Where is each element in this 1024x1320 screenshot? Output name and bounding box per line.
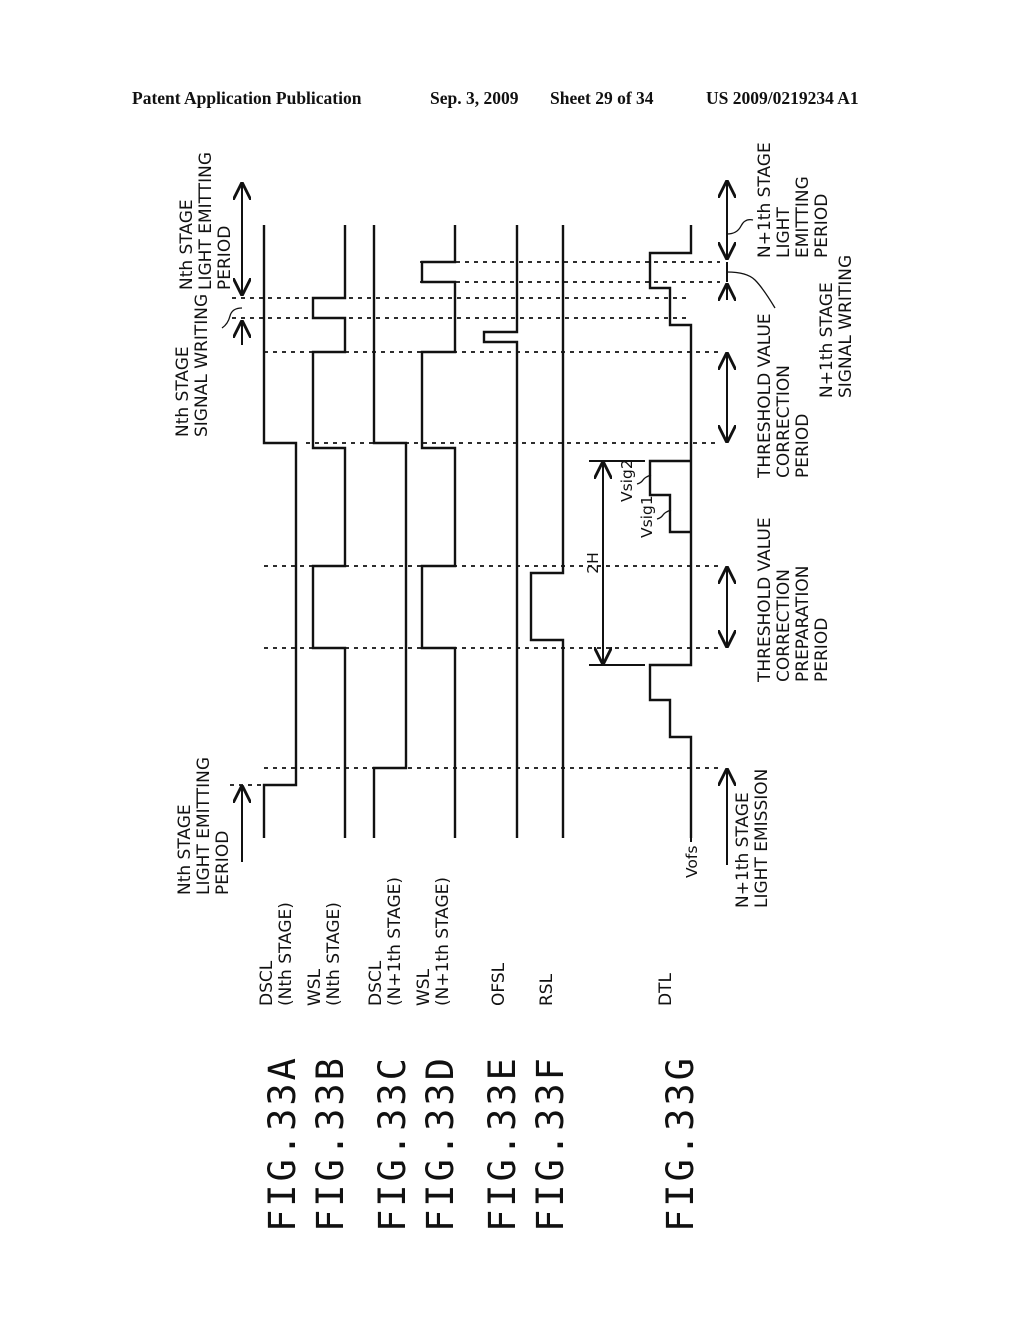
top-annotations: Nth STAGE LIGHT EMITTING PERIOD Nth STAG…	[173, 147, 235, 895]
fig-33e: FIG.33E	[481, 1055, 524, 1232]
signal-label-wsl-n1: WSL (N+1th STAGE)	[414, 877, 453, 1006]
timing-diagram: 2H Vsig2 Vsig1 Vofs Nth STAGE LIGHT EMIT…	[173, 137, 856, 1232]
fig-33g: FIG.33G	[659, 1055, 702, 1232]
nth-light-emitting-top: Nth STAGE LIGHT EMITTING PERIOD	[177, 147, 235, 290]
figure-ids: FIG.33A FIG.33B FIG.33C FIG.33D FIG.33E …	[261, 1055, 702, 1232]
waveforms	[262, 225, 693, 838]
n1-light-emitting-period: N+1th STAGE LIGHT EMITTING PERIOD	[755, 137, 832, 258]
signal-label-dscl-n1: DSCL (N+1th STAGE)	[366, 877, 405, 1006]
n1-signal-writing: N+1th STAGE SIGNAL WRITING	[817, 255, 856, 398]
waveform-wsl-n1	[420, 225, 457, 838]
waveform-rsl	[529, 225, 565, 838]
label-vsig1: Vsig1	[638, 495, 656, 538]
nth-signal-writing: Nth STAGE SIGNAL WRITING	[173, 294, 212, 437]
vofs-label: Vofs	[683, 838, 701, 878]
fig-33d: FIG.33D	[419, 1055, 462, 1232]
signal-label-ofsl: OFSL	[489, 962, 509, 1006]
waveform-dscl-nth	[262, 225, 298, 838]
signal-label-dscl-nth: DSCL (Nth STAGE)	[257, 902, 296, 1006]
n1-light-emission: N+1th STAGE LIGHT EMISSION	[733, 769, 772, 908]
nth-light-emitting-bottom: Nth STAGE LIGHT EMITTING PERIOD	[175, 752, 233, 895]
waveform-dtl	[648, 225, 693, 838]
threshold-correction-period: THRESHOLD VALUE CORRECTION PERIOD	[755, 308, 813, 479]
waveform-wsl-nth	[311, 225, 347, 838]
label-vsig2: Vsig2	[618, 459, 636, 502]
label-2h: 2H	[584, 552, 602, 574]
waveform-dscl-n1	[372, 225, 408, 838]
fig-33b: FIG.33B	[309, 1055, 352, 1232]
right-annotations: N+1th STAGE LIGHT EMITTING PERIOD N+1th …	[733, 137, 856, 908]
fig-33a: FIG.33A	[261, 1055, 304, 1232]
waveform-ofsl	[482, 225, 519, 838]
signal-label-dtl: DTL	[656, 973, 676, 1006]
signal-label-rsl: RSL	[537, 973, 557, 1006]
signal-labels: DSCL (Nth STAGE) WSL (Nth STAGE) DSCL (N…	[257, 877, 676, 1006]
label-vofs: Vofs	[683, 846, 701, 878]
fig-33f: FIG.33F	[529, 1055, 572, 1232]
vsig-labels: Vsig2 Vsig1	[618, 459, 672, 538]
signal-label-wsl-nth: WSL (Nth STAGE)	[305, 902, 344, 1006]
threshold-preparation-period: THRESHOLD VALUE CORRECTION PREPARATION P…	[755, 512, 832, 683]
fig-33c: FIG.33C	[371, 1055, 414, 1232]
